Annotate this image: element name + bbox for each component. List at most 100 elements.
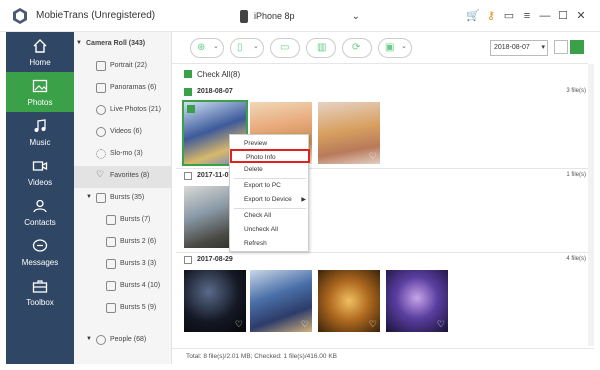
tree-item-slo-mo[interactable]: Slo-mo (3) [74,144,171,166]
group-header: 2018-08-07 3 file(s) [184,86,586,100]
key-icon[interactable]: ⚷ [484,9,498,23]
live-photo-icon [96,105,106,115]
nav-label: Music [29,138,51,147]
photo-checkbox[interactable] [187,105,195,113]
add-button[interactable]: ⊕ ⌄ [190,38,224,58]
nav-videos[interactable]: Videos [6,152,74,192]
menu-check-all[interactable]: Check All [230,209,310,223]
menu-photo-info[interactable]: Photo Info [230,149,310,163]
tree-item-panoramas[interactable]: Panoramas (6) [74,78,171,100]
nav-label: Home [29,58,51,67]
photo-thumbnail[interactable]: ♡ [386,270,448,332]
video-icon [96,127,106,137]
tree-label: Bursts (7) [120,216,151,223]
date-filter-select[interactable]: 2018-08-07 ▾ [490,40,548,56]
tree-label: Bursts (35) [110,194,145,201]
cart-icon[interactable]: 🛒 [466,9,480,23]
export-device-button[interactable]: ▯ ⌄ [230,38,264,58]
heart-icon[interactable]: ♡ [369,319,377,330]
trash-icon: ▥ [317,42,327,53]
tree-label: Bursts 3 (3) [120,260,157,267]
group-count: 4 file(s) [566,256,586,262]
home-icon [33,39,47,53]
briefcase-icon: ▣ [385,42,395,53]
tree-item-videos[interactable]: Videos (6) [74,122,171,144]
heart-icon[interactable]: ♡ [301,319,309,330]
tree-item-favorites[interactable]: ♡ Favorites (8) [74,166,171,188]
group-date: 2018-08-07 [197,88,233,95]
tree-label: Favorites (8) [110,172,150,179]
nav-contacts[interactable]: Contacts [6,192,74,232]
tree-item-live-photos[interactable]: Live Photos (21) [74,100,171,122]
plus-icon: ⊕ [197,42,206,53]
nav-label: Contacts [24,218,56,227]
tree-item-people[interactable]: ▼ People (68) [74,330,171,352]
heart-icon[interactable]: ♡ [235,319,243,330]
group-checkbox[interactable] [184,256,192,264]
grid-view-button[interactable] [570,40,584,54]
burst-icon [96,193,106,203]
group-date: 2017-11-07 [197,172,233,179]
check-all-row[interactable]: Check All(8) [184,68,586,82]
device-selector[interactable]: iPhone 8p ⌄ [236,7,366,27]
scrollbar[interactable] [588,64,594,346]
tree-item-bursts[interactable]: ▼ Bursts (35) [74,188,171,210]
nav-toolbox[interactable]: Toolbox [6,272,74,312]
tree-label: Camera Roll (343) [86,40,146,47]
nav-music[interactable]: Music [6,112,74,152]
group-checkbox[interactable] [184,88,192,96]
feedback-icon[interactable]: ▭ [502,9,516,23]
photo-thumbnail[interactable]: ♡ [184,270,246,332]
photo-thumbnail[interactable]: ♡ [250,270,312,332]
phone-export-icon: ▯ [237,42,243,53]
nav-label: Messages [21,258,59,267]
export-pc-button[interactable]: ▭ [270,38,300,58]
tree-item-bursts-4[interactable]: Bursts 4 (10) [74,276,171,298]
nav-home[interactable]: Home [6,32,74,72]
expand-arrow-icon[interactable]: ▼ [76,40,82,46]
tree-item-bursts-5[interactable]: Bursts 5 (9) [74,298,171,320]
nav-label: Toolbox [26,298,54,307]
tree-item-bursts-1[interactable]: Bursts (7) [74,210,171,232]
menu-export-device[interactable]: Export to Device ▶ [230,193,310,207]
music-icon [34,119,46,132]
burst-icon [106,259,116,269]
delete-button[interactable]: ▥ [306,38,336,58]
refresh-button[interactable]: ⟳ [342,38,372,58]
group-header: 2017-08-29 4 file(s) [184,254,586,268]
heart-icon[interactable]: ♡ [369,151,377,162]
nav-label: Photos [27,98,53,107]
maximize-icon[interactable]: ☐ [556,9,570,23]
menu-delete[interactable]: Delete [230,163,310,177]
tree-item-portrait[interactable]: Portrait (22) [74,56,171,78]
burst-icon [106,281,116,291]
photo-thumbnail[interactable]: ♡ [318,102,380,164]
menu-export-device-label: Export to Device [244,196,292,203]
tree-item-bursts-3[interactable]: Bursts 3 (3) [74,254,171,276]
photo-thumbnail[interactable]: ♡ [318,270,380,332]
tree-label: People (68) [110,336,147,343]
expand-arrow-icon[interactable]: ▼ [86,194,92,200]
nav-photos[interactable]: Photos [6,72,74,112]
toolbox-button[interactable]: ▣ ⌄ [378,38,412,58]
title-bar: MobieTrans (Unregistered) iPhone 8p ⌄ 🛒 … [0,0,600,32]
context-menu: Preview Photo Info Delete Export to PC E… [229,134,310,252]
menu-icon[interactable]: ≡ [520,9,534,23]
burst-icon [106,237,116,247]
nav-messages[interactable]: Messages [6,232,74,272]
tree-label: Portrait (22) [110,62,147,69]
close-icon[interactable]: ✕ [574,9,588,23]
chevron-down-icon: ⌄ [253,43,259,50]
toolbar: ⊕ ⌄ ▯ ⌄ ▭ ▥ ⟳ ▣ ⌄ 2018-08-07 ▾ [172,32,588,64]
heart-icon[interactable]: ♡ [437,319,445,330]
menu-refresh[interactable]: Refresh [230,237,310,251]
expand-arrow-icon[interactable]: ▼ [86,336,92,342]
group-checkbox[interactable] [184,172,192,180]
minimize-icon[interactable]: — [538,9,552,23]
tree-root-camera-roll[interactable]: ▼ Camera Roll (343) [74,34,171,56]
menu-export-pc[interactable]: Export to PC [230,179,310,193]
check-all-checkbox[interactable] [184,70,192,78]
tree-item-bursts-2[interactable]: Bursts 2 (6) [74,232,171,254]
menu-uncheck-all[interactable]: Uncheck All [230,223,310,237]
list-view-button[interactable] [554,40,568,54]
